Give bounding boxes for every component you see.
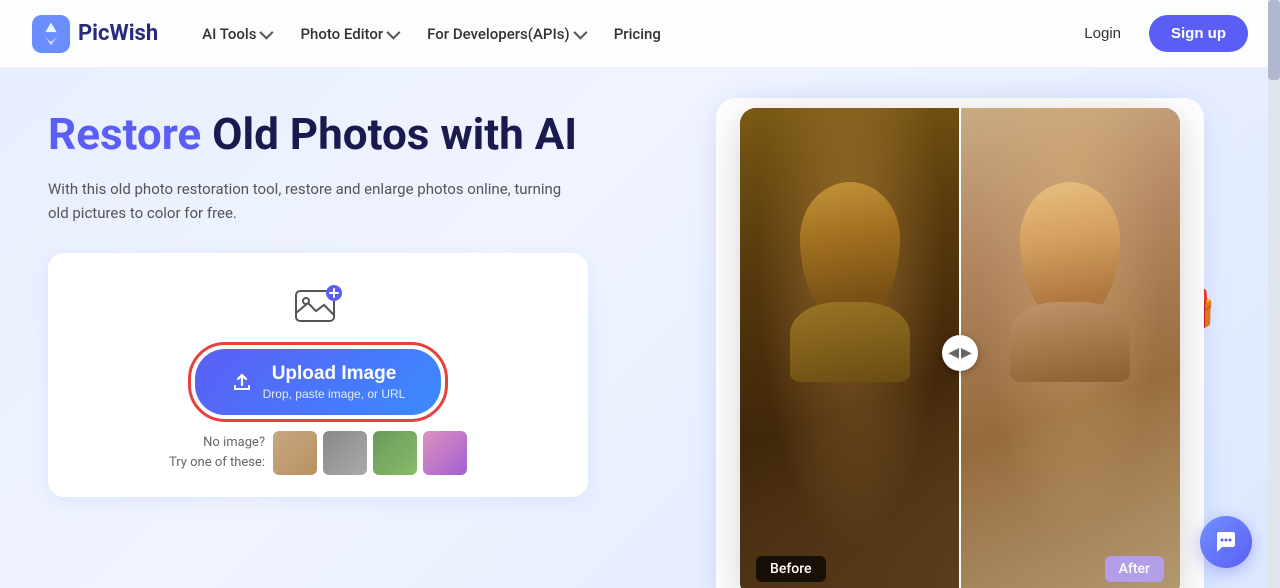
nav-item-pricing[interactable]: Pricing: [602, 17, 673, 51]
hero-title-rest: Old Photos with AI: [201, 108, 577, 160]
signup-button[interactable]: Sign up: [1149, 15, 1248, 52]
nav-item-photo-editor[interactable]: Photo Editor: [288, 17, 409, 51]
handle-arrows: ◀ ▶: [948, 345, 972, 361]
chevron-down-icon: [387, 25, 401, 39]
left-panel: Restore Old Photos with AI With this old…: [48, 108, 688, 588]
after-image: [960, 108, 1180, 588]
hero-subtitle: With this old photo restoration tool, re…: [48, 177, 568, 225]
upload-btn-inner: Upload Image Drop, paste image, or URL: [263, 363, 406, 401]
upload-box: Upload Image Drop, paste image, or URL N…: [48, 253, 588, 497]
upload-image-button[interactable]: Upload Image Drop, paste image, or URL: [195, 349, 442, 415]
upload-icon-area: [72, 281, 564, 333]
main-content: Restore Old Photos with AI With this old…: [0, 68, 1280, 588]
before-label: Before: [756, 556, 826, 582]
sample-image-4[interactable]: [423, 431, 467, 475]
logo[interactable]: PicWish: [32, 15, 158, 53]
sample-image-2[interactable]: [323, 431, 367, 475]
face-after: [1020, 182, 1120, 322]
before-image: [740, 108, 960, 588]
login-button[interactable]: Login: [1068, 17, 1137, 50]
sample-label: No image? Try one of these:: [169, 433, 265, 472]
hero-title: Restore Old Photos with AI: [48, 108, 688, 161]
sample-image-1[interactable]: [273, 431, 317, 475]
upload-btn-wrapper: Upload Image Drop, paste image, or URL: [72, 349, 564, 415]
photo-compare: ◀ ▶ Before After: [740, 108, 1180, 588]
image-plus-icon: [292, 281, 344, 333]
chevron-down-icon: [573, 25, 587, 39]
face-before: [800, 182, 900, 322]
scrollbar[interactable]: [1268, 0, 1280, 588]
upload-arrow-icon: [231, 371, 253, 393]
upload-btn-sublabel: Drop, paste image, or URL: [263, 387, 406, 401]
chevron-down-icon: [260, 25, 274, 39]
sample-images: [273, 431, 467, 475]
nav-item-ai-tools[interactable]: AI Tools: [190, 17, 282, 51]
photo-compare-wrapper: ◀ ▶ Before After: [740, 108, 1180, 588]
chat-bubble-button[interactable]: [1200, 516, 1252, 568]
logo-icon: [32, 15, 70, 53]
compare-handle[interactable]: ◀ ▶: [942, 335, 978, 371]
scrollbar-thumb[interactable]: [1268, 0, 1280, 80]
chat-icon: [1212, 528, 1240, 556]
nav-item-for-developers[interactable]: For Developers(APIs): [415, 17, 596, 51]
upload-btn-label: Upload Image: [272, 363, 397, 385]
navbar: PicWish AI Tools Photo Editor For Develo…: [0, 0, 1280, 68]
nav-auth: Login Sign up: [1068, 15, 1248, 52]
nav-links: AI Tools Photo Editor For Developers(API…: [190, 17, 1068, 51]
right-panel: ◀ ▶ Before After ✦ ✦ 🎁: [688, 108, 1232, 588]
logo-text: PicWish: [78, 21, 158, 46]
sample-row: No image? Try one of these:: [72, 431, 564, 475]
hero-title-highlight: Restore: [48, 108, 201, 160]
sample-image-3[interactable]: [373, 431, 417, 475]
after-label: After: [1105, 556, 1164, 582]
